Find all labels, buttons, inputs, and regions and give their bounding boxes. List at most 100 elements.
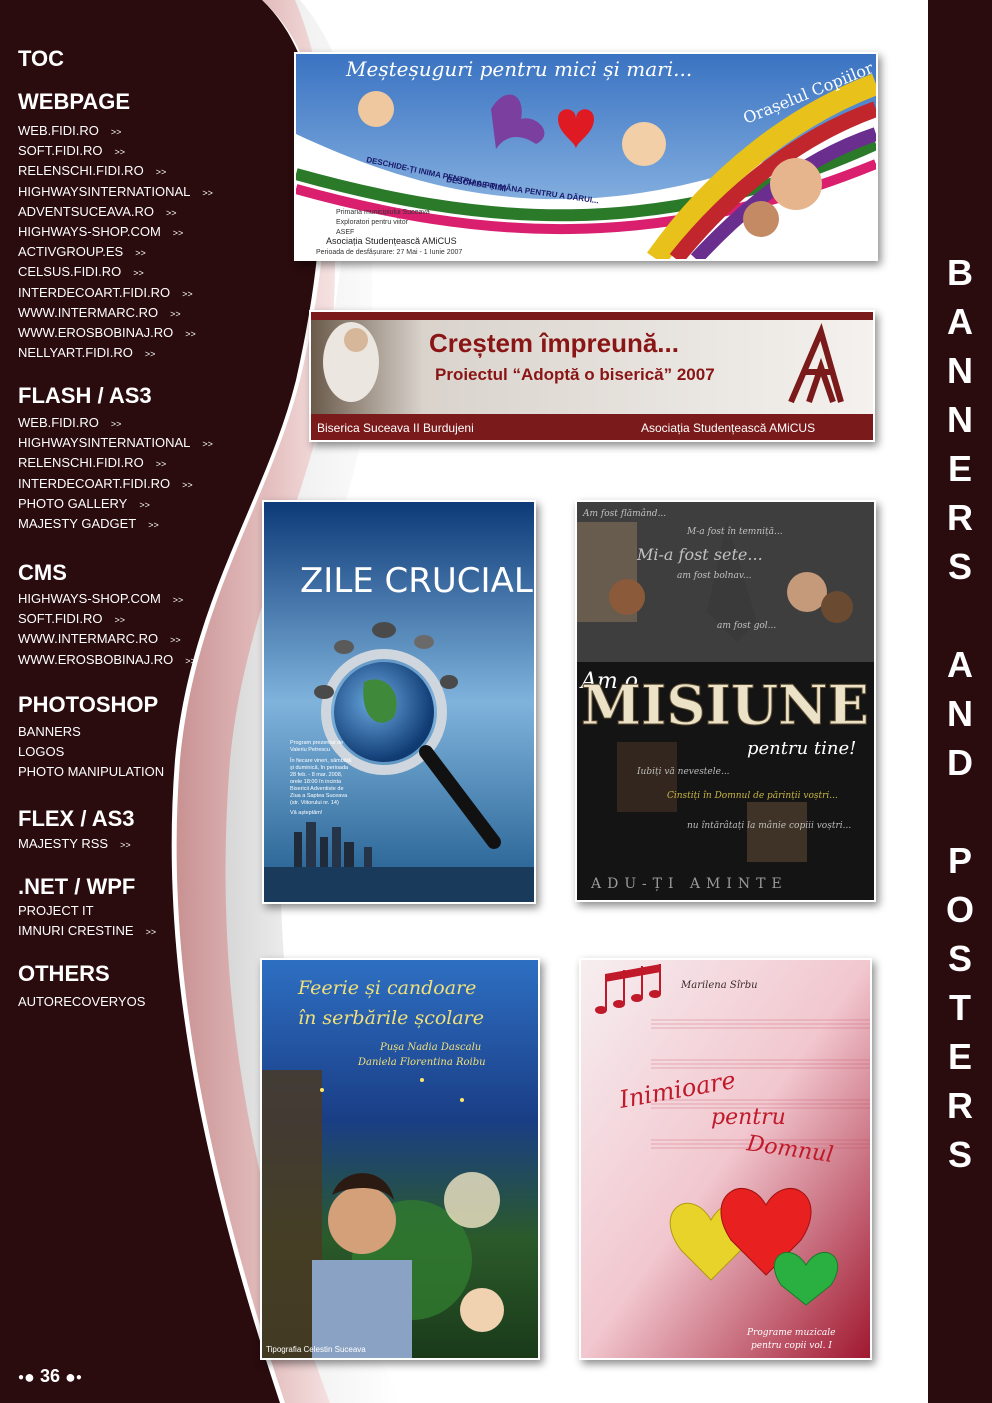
link-item[interactable]: HIGHWAYSINTERNATIONAL >> bbox=[18, 182, 213, 202]
link-item[interactable]: RELENSCHI.FIDI.RO >> bbox=[18, 453, 213, 473]
poster-body-line: Program prezentat de bbox=[290, 740, 343, 746]
side-title-letter: R bbox=[947, 1085, 973, 1126]
section-title-cms: CMS bbox=[18, 560, 67, 585]
link-item[interactable]: NELLYART.FIDI.RO >> bbox=[18, 343, 213, 363]
page-number: ●● 36 ●● bbox=[18, 1366, 82, 1387]
poster-misiune: Am fost flămând... M-a fost în temniță..… bbox=[575, 500, 876, 902]
poster-body-line: și duminică, în perioada bbox=[290, 765, 349, 771]
side-title-letter: A bbox=[947, 301, 973, 342]
link-item[interactable]: PHOTO GALLERY >> bbox=[18, 494, 213, 514]
side-title-letter: R bbox=[947, 497, 973, 538]
poster-line: Iubiți vă nevestele... bbox=[636, 766, 730, 777]
link-item[interactable]: WWW.EROSBOBINAJ.RO >> bbox=[18, 323, 213, 343]
link-item[interactable]: AUTORECOVERYOS bbox=[18, 992, 157, 1012]
link-item[interactable]: WWW.INTERMARC.RO >> bbox=[18, 303, 213, 323]
link-item[interactable]: SOFT.FIDI.RO >> bbox=[18, 609, 196, 629]
section-title-webpage: WEBPAGE bbox=[18, 89, 131, 114]
section-title-flex: FLEX / AS3 bbox=[18, 806, 135, 831]
links-cms: HIGHWAYS-SHOP.COM >> SOFT.FIDI.RO >> WWW.I… bbox=[18, 589, 196, 670]
side-title-letter: T bbox=[949, 987, 971, 1028]
link-item[interactable]: MAJESTY GADGET >> bbox=[18, 514, 213, 534]
link-item[interactable]: BANNERS bbox=[18, 722, 176, 742]
banner-credit: Primaria municipiului Suceava bbox=[336, 209, 430, 216]
poster-footer-1: Programe muzicale bbox=[746, 1328, 836, 1338]
link-item[interactable]: WEB.FIDI.RO >> bbox=[18, 121, 213, 141]
poster-body-line: Ziua a Saptea Suceava bbox=[290, 793, 348, 799]
link-item[interactable]: ACTIVGROUP.ES >> bbox=[18, 242, 213, 262]
side-title-letter: A bbox=[947, 644, 973, 685]
link-item[interactable]: RELENSCHI.FIDI.RO >> bbox=[18, 161, 213, 181]
link-item[interactable]: HIGHWAYS-SHOP.COM >> bbox=[18, 222, 213, 242]
section-title-flash: FLASH / AS3 bbox=[18, 383, 152, 408]
link-item[interactable]: HIGHWAYS-SHOP.COM >> bbox=[18, 589, 196, 609]
poster-body-line: Vă așteptăm! bbox=[290, 810, 323, 816]
link-item[interactable]: CELSUS.FIDI.RO >> bbox=[18, 262, 213, 282]
link-item[interactable]: INTERDECOART.FIDI.RO >> bbox=[18, 283, 213, 303]
banner-credit: Perioada de desfășurare: 27 Mai - 1 Iuni… bbox=[316, 249, 462, 256]
side-title-letter: S bbox=[947, 938, 972, 979]
banner-credit: ASEF bbox=[336, 229, 354, 236]
poster-tagline: pentru tine! bbox=[747, 738, 856, 759]
link-item[interactable]: MAJESTY RSS >> bbox=[18, 834, 131, 854]
side-title-letter: D bbox=[947, 742, 973, 783]
poster-title-1: Feerie și candoare bbox=[297, 977, 476, 999]
poster-footer-2: pentru copii vol. I bbox=[751, 1341, 832, 1351]
poster-body-line: Bisericii Adventiste de bbox=[290, 786, 344, 792]
links-flash: WEB.FIDI.RO >> HIGHWAYSINTERNATIONAL >> RE… bbox=[18, 413, 213, 534]
poster-line: Mi-a fost sete... bbox=[636, 545, 763, 564]
poster-zile-cruciale: ZILE CRUCIALE Program prezentat de Valer… bbox=[262, 500, 536, 904]
link-item[interactable]: HIGHWAYSINTERNATIONAL >> bbox=[18, 433, 213, 453]
toc-title: TOC bbox=[18, 46, 65, 71]
link-item[interactable]: INTERDECOART.FIDI.RO >> bbox=[18, 474, 213, 494]
poster-author-1: Pușa Nadia Dascalu bbox=[379, 1042, 481, 1053]
link-item[interactable]: PROJECT IT bbox=[18, 901, 156, 921]
side-title-letter bbox=[928, 591, 992, 640]
poster-author: Marilena Sîrbu bbox=[680, 980, 758, 991]
side-title-letter: E bbox=[947, 1036, 972, 1077]
poster-line: M-a fost în temniță... bbox=[686, 526, 783, 537]
banner-credit: Exploratori pentru viitor bbox=[336, 219, 409, 226]
banner-footer-right: Asociația Studențească AMiCUS bbox=[641, 421, 815, 435]
link-item[interactable]: LOGOS bbox=[18, 742, 176, 762]
link-item[interactable]: SOFT.FIDI.RO >> bbox=[18, 141, 213, 161]
poster-title-2: pentru bbox=[711, 1105, 786, 1130]
section-title-others: OTHERS bbox=[18, 961, 110, 986]
poster-body-line: (str. Viitorului nr. 14) bbox=[290, 800, 339, 806]
poster-body-line: În fiecare vineri, sâmbătă bbox=[289, 757, 352, 764]
banner-footer-left: Biserica Suceava II Burdujeni bbox=[317, 421, 474, 435]
side-title-bar: BANNERS AND POSTERS bbox=[928, 0, 992, 1403]
side-title: BANNERS AND POSTERS bbox=[928, 248, 992, 1179]
links-photoshop: BANNERS LOGOS PHOTO MANIPULATION bbox=[18, 722, 176, 783]
links-flex: MAJESTY RSS >> bbox=[18, 834, 131, 854]
poster-title-2: în serbările școlare bbox=[298, 1007, 484, 1029]
side-title-letter: P bbox=[947, 840, 972, 881]
table-of-contents: TOC WEBPAGE WEB.FIDI.RO >> SOFT.FIDI.RO >>… bbox=[0, 0, 300, 1403]
banner-heading: Creștem împreună... bbox=[429, 328, 679, 358]
side-title-letter: E bbox=[947, 448, 972, 489]
poster-line: am fost bolnav... bbox=[677, 571, 752, 581]
poster-title: ZILE CRUCIALE bbox=[300, 561, 534, 601]
poster-line: am fost gol... bbox=[717, 621, 776, 631]
side-title-letter: N bbox=[947, 399, 973, 440]
poster-title: MISIUNE bbox=[581, 673, 869, 737]
link-item[interactable]: WWW.INTERMARC.RO >> bbox=[18, 629, 196, 649]
poster-line: nu întărâtați la mânie copiii voștri... bbox=[687, 820, 851, 831]
banner-orasel-copiilor: Meșteșuguri pentru mici și mari... Orașe… bbox=[294, 52, 878, 261]
side-title-letter: S bbox=[947, 546, 972, 587]
poster-body-line: 28 feb. - 8 mar. 2008, bbox=[290, 772, 343, 778]
side-title-letter: O bbox=[945, 889, 974, 930]
section-title-photoshop: PHOTOSHOP bbox=[18, 692, 159, 717]
link-item[interactable]: WWW.EROSBOBINAJ.RO >> bbox=[18, 650, 196, 670]
link-item[interactable]: IMNURI CRESTINE >> bbox=[18, 921, 156, 941]
link-item[interactable]: WEB.FIDI.RO >> bbox=[18, 413, 213, 433]
link-item[interactable]: ADVENTSUCEAVA.RO >> bbox=[18, 202, 213, 222]
banner-credit: Asociația Studențească AMiCUS bbox=[326, 236, 457, 246]
side-title-letter: N bbox=[947, 350, 973, 391]
poster-footer: ADU-ȚI AMINTE bbox=[590, 876, 788, 892]
poster-feerie-candoare: Feerie și candoare în serbările școlare … bbox=[260, 958, 540, 1360]
link-item[interactable]: PHOTO MANIPULATION bbox=[18, 762, 176, 782]
poster-inimioare: Marilena Sîrbu Inimioare pentru Domnul P… bbox=[579, 958, 872, 1360]
poster-body-line: Valeriu Petrescu bbox=[290, 747, 330, 753]
links-others: AUTORECOVERYOS bbox=[18, 992, 157, 1012]
side-title-letter: N bbox=[947, 693, 973, 734]
